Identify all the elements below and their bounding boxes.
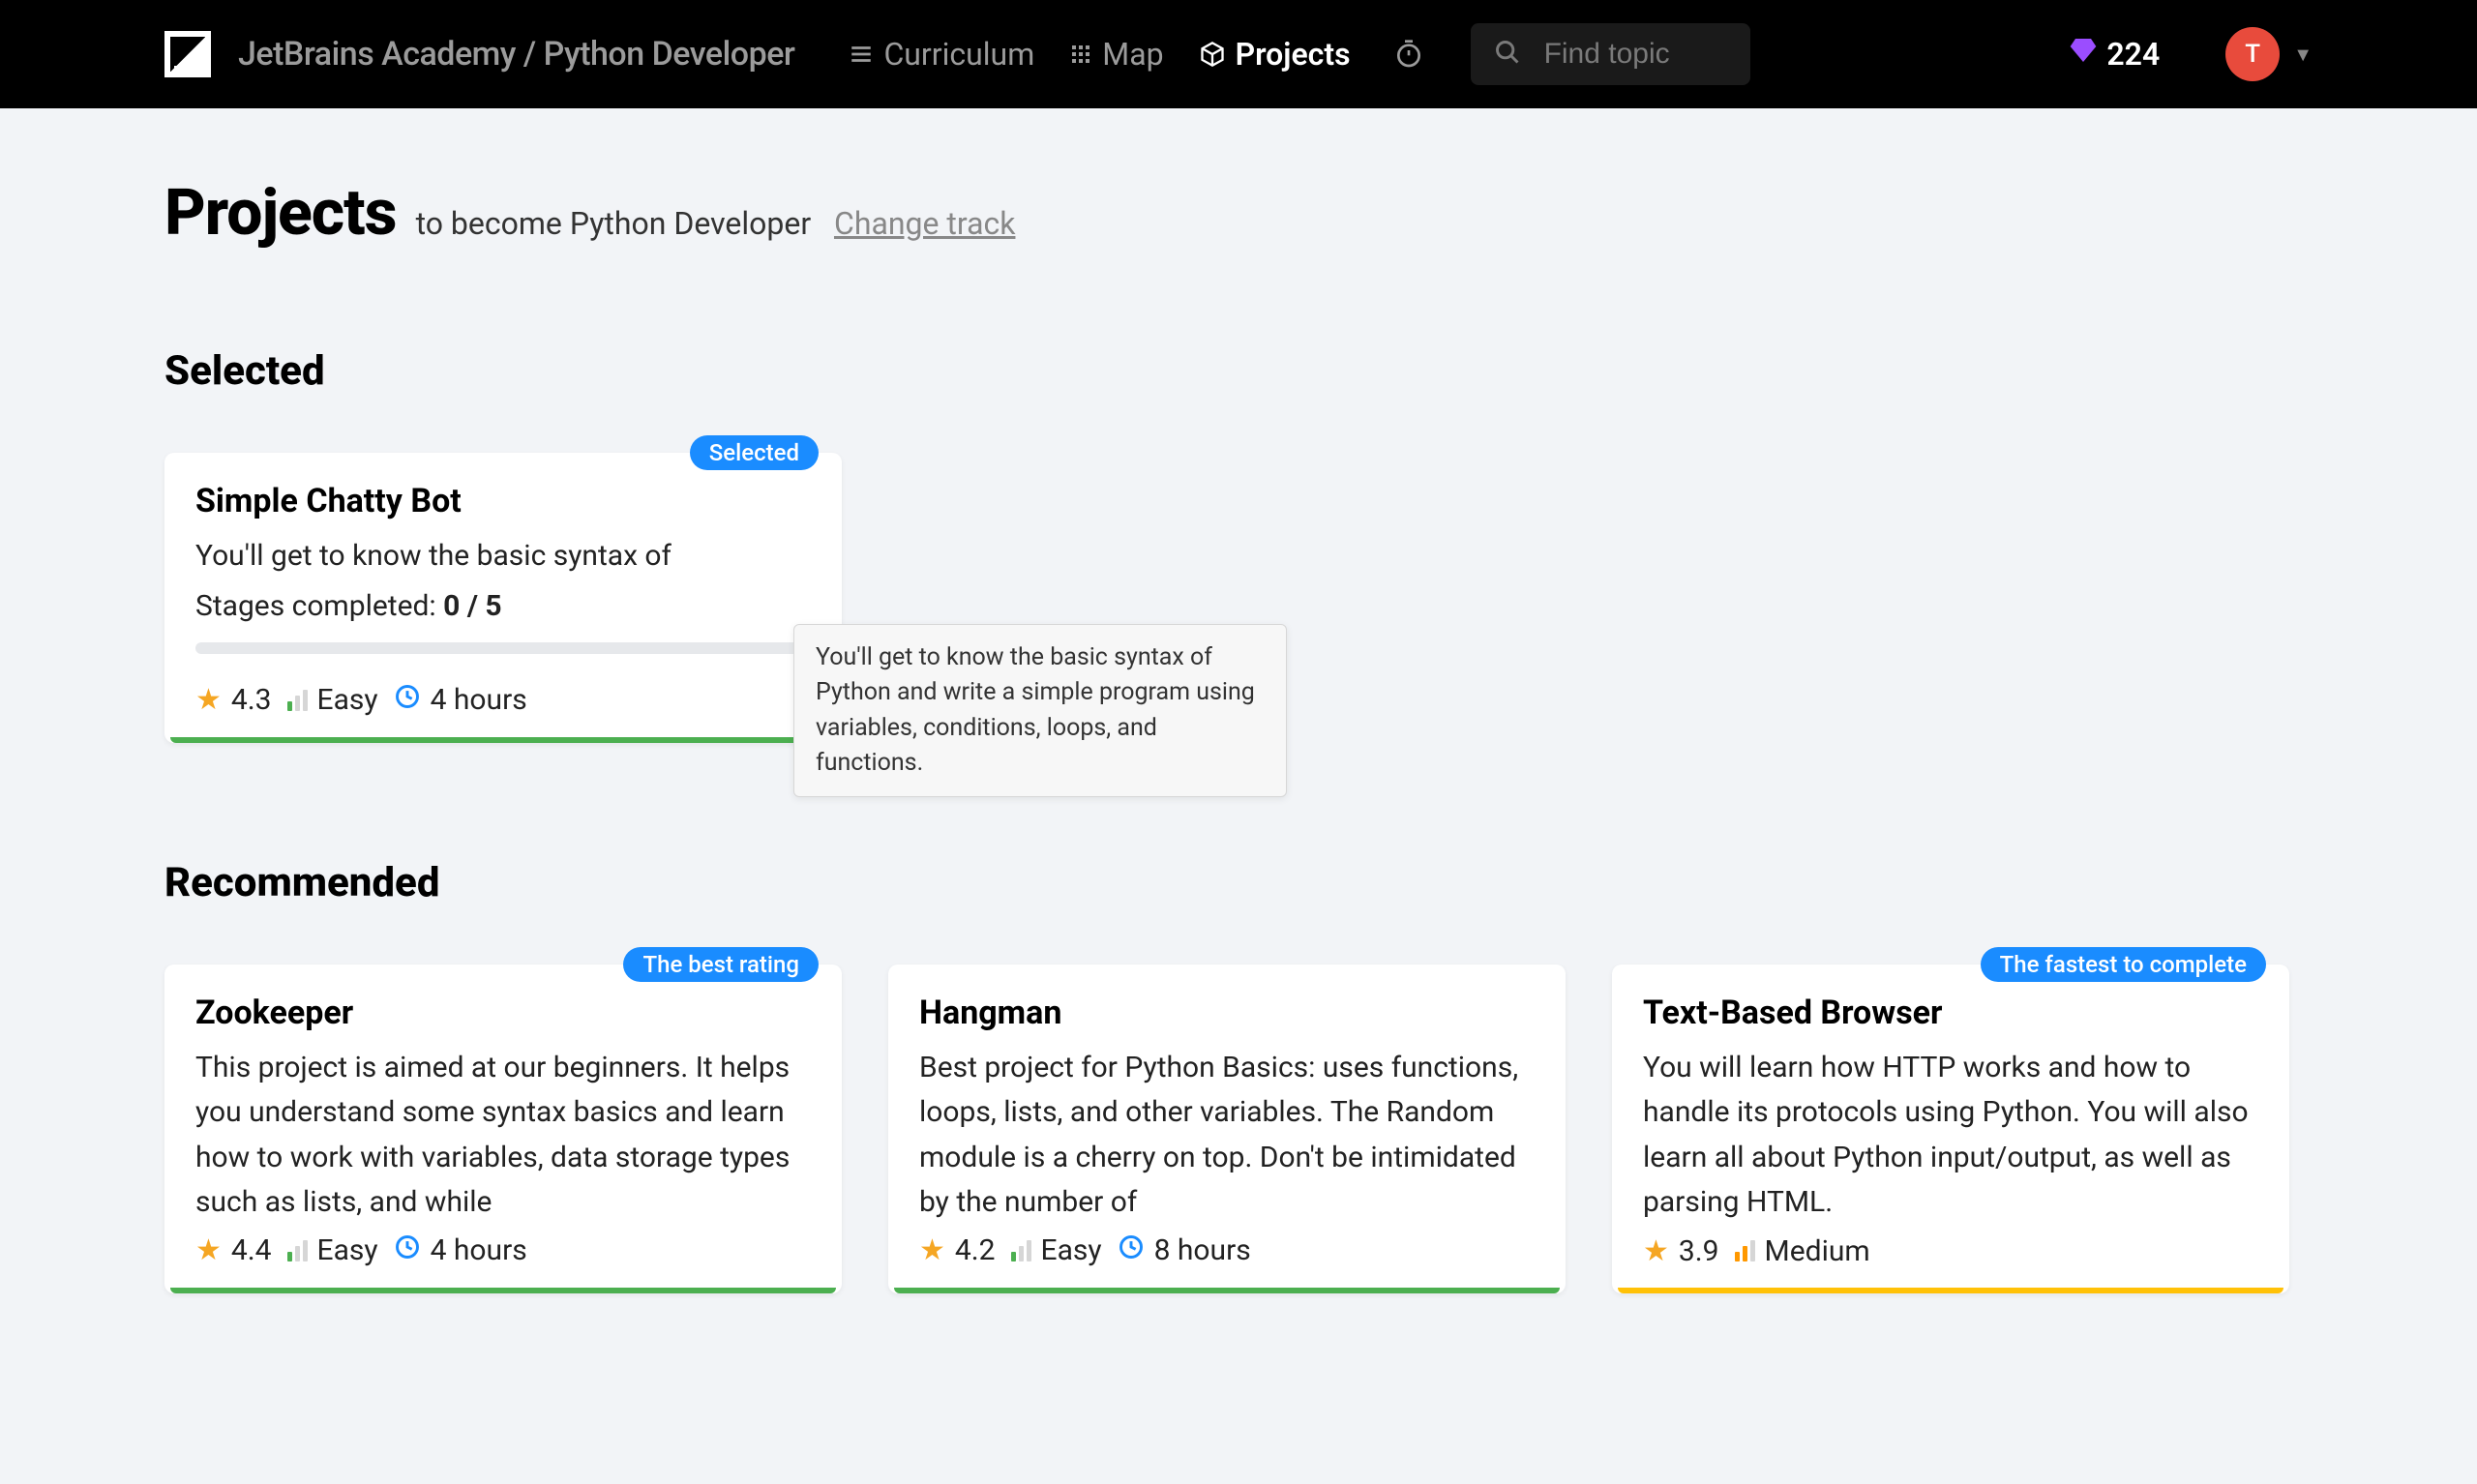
card-rating: 3.9 xyxy=(1679,1234,1719,1268)
card-title: Zookeeper xyxy=(195,994,811,1032)
card-description: You will learn how HTTP works and how to… xyxy=(1643,1046,2258,1224)
stopwatch-icon[interactable] xyxy=(1393,39,1424,70)
search-input[interactable] xyxy=(1544,38,1728,71)
nav-label: Curriculum xyxy=(883,36,1034,73)
card-rating: 4.4 xyxy=(231,1233,272,1267)
nav-curriculum[interactable]: Curriculum xyxy=(849,36,1034,73)
page-heading-row: Projects to become Python Developer Chan… xyxy=(164,176,2313,251)
star-icon: ★ xyxy=(919,1233,945,1267)
grid-icon xyxy=(1069,43,1092,66)
difficulty-icon xyxy=(1735,1240,1755,1261)
card-badge: The fastest to complete xyxy=(1981,947,2266,982)
card-stages: Stages completed: 0 / 5 xyxy=(195,589,811,623)
page-title: Projects xyxy=(164,176,397,251)
card-accent-bar xyxy=(170,737,836,743)
nav-projects[interactable]: Projects xyxy=(1199,36,1351,73)
description-tooltip: You'll get to know the basic syntax of P… xyxy=(793,624,1287,797)
search-icon xyxy=(1494,39,1521,70)
clock-icon xyxy=(394,1233,421,1268)
project-card[interactable]: Hangman Best project for Python Basics: u… xyxy=(888,965,1566,1293)
card-rating: 4.3 xyxy=(231,683,272,717)
primary-nav: Curriculum Map Projects xyxy=(849,36,1423,73)
card-meta: ★ 4.3 Easy 4 hours xyxy=(195,683,811,718)
card-difficulty: Medium xyxy=(1765,1234,1870,1268)
card-meta: ★ 4.4 Easy 4 hours xyxy=(195,1233,811,1268)
section-recommended-heading: Recommended xyxy=(164,859,2313,906)
page-subtitle: to become Python Developer Change track xyxy=(416,205,1016,242)
difficulty-icon xyxy=(287,1240,308,1261)
nav-label: Projects xyxy=(1236,36,1351,73)
change-track-link[interactable]: Change track xyxy=(834,205,1015,242)
box-icon xyxy=(1199,41,1226,68)
clock-icon xyxy=(1118,1233,1145,1268)
chevron-down-icon: ▼ xyxy=(2293,43,2313,67)
nav-map[interactable]: Map xyxy=(1069,36,1163,73)
card-time: 4 hours xyxy=(431,683,527,717)
avatar-initial: T xyxy=(2245,40,2260,69)
nav-label: Map xyxy=(1102,36,1163,73)
star-icon: ★ xyxy=(1643,1234,1669,1268)
gems-value: 224 xyxy=(2106,36,2160,73)
avatar: T xyxy=(2225,27,2280,81)
card-description: Best project for Python Basics: uses fun… xyxy=(919,1046,1535,1224)
card-time: 4 hours xyxy=(431,1233,527,1267)
difficulty-icon xyxy=(1011,1240,1031,1261)
clock-icon xyxy=(394,683,421,718)
breadcrumb[interactable]: JetBrains Academy / Python Developer xyxy=(238,35,794,74)
star-icon: ★ xyxy=(195,683,222,717)
card-title: Simple Chatty Bot xyxy=(195,482,811,520)
card-description: This project is aimed at our beginners. … xyxy=(195,1046,811,1224)
section-selected-heading: Selected xyxy=(164,347,2313,395)
card-time: 8 hours xyxy=(1154,1233,1251,1267)
card-rating: 4.2 xyxy=(955,1233,996,1267)
user-menu[interactable]: T ▼ xyxy=(2187,27,2313,81)
card-title: Text-Based Browser xyxy=(1643,994,2258,1032)
card-difficulty: Easy xyxy=(317,683,378,717)
gems-counter[interactable]: 224 xyxy=(2068,35,2160,74)
project-card[interactable]: The fastest to completeText-Based Browse… xyxy=(1612,965,2289,1293)
card-accent-bar xyxy=(1618,1288,2283,1293)
recommended-cards: The best ratingZookeeperThis project is … xyxy=(164,965,2313,1293)
star-icon: ★ xyxy=(195,1233,222,1267)
card-accent-bar xyxy=(894,1288,1560,1293)
project-card[interactable]: The best ratingZookeeperThis project is … xyxy=(164,965,842,1293)
card-description: You'll get to know the basic syntax of xyxy=(195,534,811,579)
gem-icon xyxy=(2068,35,2099,74)
app-header: JetBrains Academy / Python Developer Cur… xyxy=(0,0,2477,108)
card-difficulty: Easy xyxy=(1041,1233,1102,1267)
difficulty-icon xyxy=(287,690,308,711)
project-card-simple-chatty-bot[interactable]: Selected Simple Chatty Bot You'll get to… xyxy=(164,453,842,743)
card-progress-bar xyxy=(195,642,811,654)
card-badge: Selected xyxy=(690,435,819,470)
jetbrains-academy-logo[interactable] xyxy=(164,31,211,77)
card-meta: ★ 4.2 Easy 8 hours xyxy=(919,1233,1535,1268)
card-badge: The best rating xyxy=(623,947,819,982)
card-accent-bar xyxy=(170,1288,836,1293)
card-title: Hangman xyxy=(919,994,1535,1032)
topic-search[interactable] xyxy=(1471,23,1751,85)
list-icon xyxy=(849,42,874,67)
card-difficulty: Easy xyxy=(317,1233,378,1267)
card-meta: ★ 3.9 Medium xyxy=(1643,1234,2258,1268)
